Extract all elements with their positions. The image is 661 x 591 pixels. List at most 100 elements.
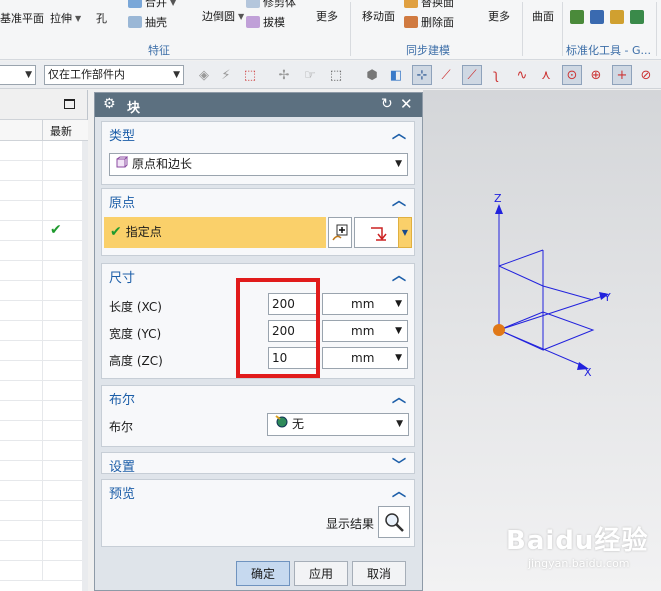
dialog-titlebar[interactable]: ⚙ 块 ↻ ✕	[95, 93, 422, 117]
list-item[interactable]	[0, 381, 88, 401]
list-item[interactable]	[0, 441, 88, 461]
draft-button[interactable]: 拔模	[246, 14, 285, 30]
list-item[interactable]	[0, 361, 88, 381]
ok-button[interactable]: 确定	[236, 561, 290, 586]
chevron-down-icon[interactable]: ﹀	[392, 455, 406, 475]
list-item[interactable]: ✔	[0, 221, 88, 241]
list-item[interactable]	[0, 541, 88, 561]
list-item[interactable]	[0, 401, 88, 421]
list-item[interactable]	[0, 501, 88, 521]
edge-blend-label: 边倒圆	[202, 10, 235, 23]
chevron-up-icon[interactable]: ︿	[392, 481, 406, 501]
cancel-button[interactable]: 取消	[352, 561, 406, 586]
unite-button[interactable]: 合并 ▼	[128, 0, 176, 10]
chevron-up-icon[interactable]: ︿	[392, 265, 406, 285]
height-input[interactable]: 10	[268, 347, 320, 369]
replace-face-button[interactable]: 替换面	[404, 0, 454, 10]
list-item[interactable]	[0, 321, 88, 341]
gear-icon[interactable]: ⚙	[103, 96, 116, 112]
pick-icon[interactable]: ☞	[300, 65, 320, 85]
filter-icon[interactable]: ⚡	[216, 65, 236, 85]
move-face-button[interactable]: 移动面	[362, 8, 395, 24]
maximize-icon[interactable]	[64, 99, 75, 109]
show-result-button[interactable]	[378, 506, 410, 538]
list-item[interactable]	[0, 341, 88, 361]
inferred-point-button[interactable]	[354, 217, 400, 248]
specify-point-label: 指定点	[125, 225, 162, 239]
std-tool-icon[interactable]	[590, 10, 604, 24]
quadrant-icon[interactable]: ⊕	[586, 65, 606, 85]
block-type-select[interactable]: 原点和边长 ▼	[109, 153, 408, 176]
list-item[interactable]	[0, 421, 88, 441]
std-tool-icon[interactable]	[630, 10, 644, 24]
length-input[interactable]: 200	[268, 293, 320, 315]
list-item[interactable]	[0, 241, 88, 261]
cube-icon[interactable]: ◧	[386, 65, 406, 85]
point-icon[interactable]: ✢	[274, 65, 294, 85]
width-unit-select[interactable]: mm ▼	[322, 320, 408, 342]
list-item[interactable]	[0, 561, 88, 581]
navigator-scrollbar[interactable]	[82, 141, 88, 591]
trim-body-button[interactable]: 修剪体	[246, 0, 296, 10]
chevron-up-icon[interactable]: ︿	[392, 387, 406, 407]
point-type-dropdown[interactable]: ▼	[398, 217, 412, 248]
endpoint-icon[interactable]: ⟋	[462, 65, 482, 85]
existing-point-icon[interactable]: +	[612, 65, 632, 85]
width-input[interactable]: 200	[268, 320, 320, 342]
spline-icon[interactable]: ∿	[512, 65, 532, 85]
column-latest[interactable]: 最新	[50, 123, 72, 139]
datum-plane-button[interactable]: 基准平面	[0, 10, 44, 26]
preview-section-header[interactable]: 预览 ︿	[102, 480, 414, 502]
settings-section-header[interactable]: 设置 ﹀	[102, 453, 414, 475]
type-section-header[interactable]: 类型 ︿	[102, 122, 414, 144]
list-item[interactable]	[0, 201, 88, 221]
extrude-button[interactable]: 拉伸 ▼	[50, 10, 81, 26]
list-item[interactable]	[0, 461, 88, 481]
reset-icon[interactable]: ↻	[381, 96, 393, 112]
length-unit-select[interactable]: mm ▼	[322, 293, 408, 315]
solid-icon[interactable]: ⬢	[362, 65, 382, 85]
list-item[interactable]	[0, 301, 88, 321]
hole-button[interactable]: 孔	[96, 10, 107, 26]
point-dialog-button[interactable]	[328, 217, 352, 248]
dimensions-section-header[interactable]: 尺寸 ︿	[102, 264, 414, 286]
chevron-up-icon[interactable]: ︿	[392, 190, 406, 210]
snap-point-icon[interactable]: ⊹	[412, 65, 432, 85]
list-item[interactable]	[0, 181, 88, 201]
list-item[interactable]	[0, 481, 88, 501]
line-icon[interactable]: ⟋	[436, 65, 456, 85]
select-icon[interactable]: ⬚	[240, 65, 260, 85]
delete-face-button[interactable]: 删除面	[404, 14, 454, 30]
list-item[interactable]	[0, 521, 88, 541]
show-result-label: 显示结果	[326, 517, 375, 531]
boolean-section-header[interactable]: 布尔 ︿	[102, 386, 414, 408]
type-filter-select[interactable]: ▼	[0, 65, 36, 85]
specify-point-field[interactable]: ✔ 指定点	[104, 217, 326, 248]
height-unit-select[interactable]: mm ▼	[322, 347, 408, 369]
std-tool-icon[interactable]	[570, 10, 584, 24]
edge-blend-button[interactable]: 边倒圆 ▼	[202, 8, 244, 24]
list-item[interactable]	[0, 161, 88, 181]
apply-button[interactable]: 应用	[294, 561, 348, 586]
intersection-icon[interactable]: ⋏	[536, 65, 556, 85]
more-features-button[interactable]: 更多	[316, 8, 338, 24]
column-divider[interactable]	[42, 120, 43, 141]
origin-section-header[interactable]: 原点 ︿	[102, 189, 414, 211]
chevron-up-icon[interactable]: ︿	[392, 123, 406, 143]
snap-icon[interactable]: ◈	[194, 65, 214, 85]
list-item[interactable]	[0, 281, 88, 301]
shell-button[interactable]: 抽壳	[128, 14, 167, 30]
center-point-icon[interactable]: ⊙	[562, 65, 582, 85]
selection-scope-select[interactable]: 仅在工作部件内 ▼	[44, 65, 184, 85]
rect-select-icon[interactable]: ⬚	[326, 65, 346, 85]
list-item[interactable]	[0, 261, 88, 281]
close-icon[interactable]: ✕	[400, 95, 413, 113]
graphics-viewport[interactable]: Z Y X	[423, 90, 661, 591]
list-item[interactable]	[0, 141, 88, 161]
more-snap-icon[interactable]: ⊘	[636, 65, 656, 85]
boolean-select[interactable]: 无 ▼	[267, 413, 409, 436]
curve-icon[interactable]: ʅ	[486, 65, 506, 85]
more-sync-button[interactable]: 更多	[488, 8, 510, 24]
std-tool-icon[interactable]	[610, 10, 624, 24]
surface-button[interactable]: 曲面	[532, 8, 554, 24]
